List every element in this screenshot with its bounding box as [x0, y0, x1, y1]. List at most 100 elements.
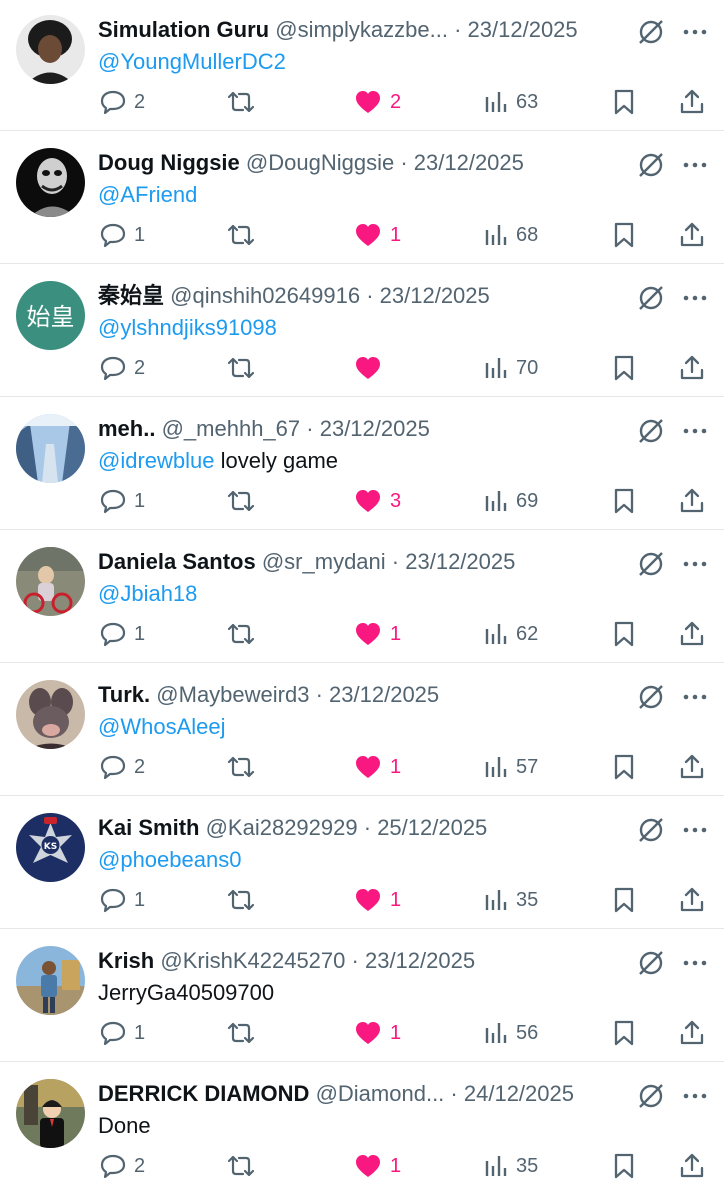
views-button[interactable]: 63: [484, 86, 538, 118]
grok-icon[interactable]: [636, 948, 666, 978]
bookmark-button[interactable]: [612, 884, 636, 916]
mention-link[interactable]: @WhosAleej: [98, 714, 226, 739]
tweet-date[interactable]: 23/12/2025: [380, 283, 490, 308]
display-name[interactable]: DERRICK DIAMOND: [98, 1081, 309, 1106]
reply-button[interactable]: 1: [100, 485, 145, 517]
tweet-date[interactable]: 23/12/2025: [405, 549, 515, 574]
share-button[interactable]: [678, 219, 706, 251]
user-handle[interactable]: @Kai28292929: [206, 815, 358, 840]
reply-tweet[interactable]: Turk. @Maybeweird3 · 23/12/2025 @WhosAle…: [0, 663, 724, 796]
retweet-button[interactable]: [226, 485, 256, 517]
more-icon[interactable]: [680, 552, 710, 576]
avatar[interactable]: [16, 1079, 85, 1148]
share-button[interactable]: [678, 1150, 706, 1182]
reply-tweet[interactable]: DERRICK DIAMOND @Diamond... · 24/12/2025…: [0, 1062, 724, 1195]
display-name[interactable]: Daniela Santos: [98, 549, 256, 574]
more-icon[interactable]: [680, 419, 710, 443]
more-icon[interactable]: [680, 1084, 710, 1108]
grok-icon[interactable]: [636, 17, 666, 47]
reply-tweet[interactable]: KS Kai Smith @Kai28292929 · 25/12/2025 @…: [0, 796, 724, 929]
retweet-button[interactable]: [226, 751, 256, 783]
share-button[interactable]: [678, 618, 706, 650]
mention-link[interactable]: @phoebeans0: [98, 847, 241, 872]
mention-link[interactable]: @Jbiah18: [98, 581, 197, 606]
views-button[interactable]: 62: [484, 618, 538, 650]
more-icon[interactable]: [680, 685, 710, 709]
display-name[interactable]: Krish: [98, 948, 154, 973]
bookmark-button[interactable]: [612, 485, 636, 517]
more-icon[interactable]: [680, 286, 710, 310]
like-button[interactable]: 3: [354, 485, 401, 517]
display-name[interactable]: Turk.: [98, 682, 150, 707]
avatar[interactable]: [16, 148, 85, 217]
reply-tweet[interactable]: 始皇 秦始皇 @qinshih02649916 · 23/12/2025 @yl…: [0, 264, 724, 397]
retweet-button[interactable]: [226, 884, 256, 916]
reply-button[interactable]: 1: [100, 219, 145, 251]
retweet-button[interactable]: [226, 618, 256, 650]
avatar[interactable]: [16, 547, 85, 616]
reply-tweet[interactable]: meh.. @_mehhh_67 · 23/12/2025 @idrewblue…: [0, 397, 724, 530]
avatar[interactable]: [16, 680, 85, 749]
grok-icon[interactable]: [636, 283, 666, 313]
grok-icon[interactable]: [636, 416, 666, 446]
like-button[interactable]: 1: [354, 751, 401, 783]
user-handle[interactable]: @Maybeweird3: [156, 682, 309, 707]
display-name[interactable]: Simulation Guru: [98, 17, 269, 42]
bookmark-button[interactable]: [612, 618, 636, 650]
display-name[interactable]: meh..: [98, 416, 155, 441]
share-button[interactable]: [678, 884, 706, 916]
reply-button[interactable]: 2: [100, 352, 145, 384]
more-icon[interactable]: [680, 818, 710, 842]
like-button[interactable]: 1: [354, 618, 401, 650]
more-icon[interactable]: [680, 20, 710, 44]
avatar[interactable]: [16, 15, 85, 84]
user-handle[interactable]: @_mehhh_67: [162, 416, 301, 441]
views-button[interactable]: 35: [484, 1150, 538, 1182]
retweet-button[interactable]: [226, 352, 256, 384]
mention-link[interactable]: @ylshndjiks91098: [98, 315, 277, 340]
mention-link[interactable]: @AFriend: [98, 182, 197, 207]
grok-icon[interactable]: [636, 549, 666, 579]
reply-tweet[interactable]: Simulation Guru @simplykazzbe... · 23/12…: [0, 0, 724, 131]
views-button[interactable]: 68: [484, 219, 538, 251]
avatar[interactable]: 始皇: [16, 281, 85, 350]
grok-icon[interactable]: [636, 815, 666, 845]
bookmark-button[interactable]: [612, 1017, 636, 1049]
tweet-date[interactable]: 23/12/2025: [468, 17, 578, 42]
reply-button[interactable]: 1: [100, 618, 145, 650]
share-button[interactable]: [678, 485, 706, 517]
grok-icon[interactable]: [636, 1081, 666, 1111]
grok-icon[interactable]: [636, 150, 666, 180]
like-button[interactable]: 1: [354, 884, 401, 916]
bookmark-button[interactable]: [612, 352, 636, 384]
share-button[interactable]: [678, 1017, 706, 1049]
tweet-date[interactable]: 25/12/2025: [377, 815, 487, 840]
tweet-date[interactable]: 23/12/2025: [329, 682, 439, 707]
user-handle[interactable]: @qinshih02649916: [170, 283, 360, 308]
more-icon[interactable]: [680, 153, 710, 177]
retweet-button[interactable]: [226, 1017, 256, 1049]
reply-button[interactable]: 2: [100, 1150, 145, 1182]
display-name[interactable]: Doug Niggsie: [98, 150, 240, 175]
mention-link[interactable]: @idrewblue: [98, 448, 215, 473]
like-button[interactable]: [354, 352, 390, 384]
like-button[interactable]: 1: [354, 1150, 401, 1182]
reply-tweet[interactable]: Doug Niggsie @DougNiggsie · 23/12/2025 @…: [0, 131, 724, 264]
bookmark-button[interactable]: [612, 219, 636, 251]
reply-button[interactable]: 1: [100, 1017, 145, 1049]
views-button[interactable]: 57: [484, 751, 538, 783]
views-button[interactable]: 69: [484, 485, 538, 517]
user-handle[interactable]: @DougNiggsie: [246, 150, 394, 175]
retweet-button[interactable]: [226, 1150, 256, 1182]
reply-button[interactable]: 1: [100, 884, 145, 916]
bookmark-button[interactable]: [612, 751, 636, 783]
bookmark-button[interactable]: [612, 86, 636, 118]
tweet-date[interactable]: 23/12/2025: [320, 416, 430, 441]
views-button[interactable]: 35: [484, 884, 538, 916]
reply-button[interactable]: 2: [100, 751, 145, 783]
tweet-date[interactable]: 23/12/2025: [365, 948, 475, 973]
views-button[interactable]: 70: [484, 352, 538, 384]
avatar[interactable]: [16, 414, 85, 483]
like-button[interactable]: 1: [354, 219, 401, 251]
like-button[interactable]: 1: [354, 1017, 401, 1049]
